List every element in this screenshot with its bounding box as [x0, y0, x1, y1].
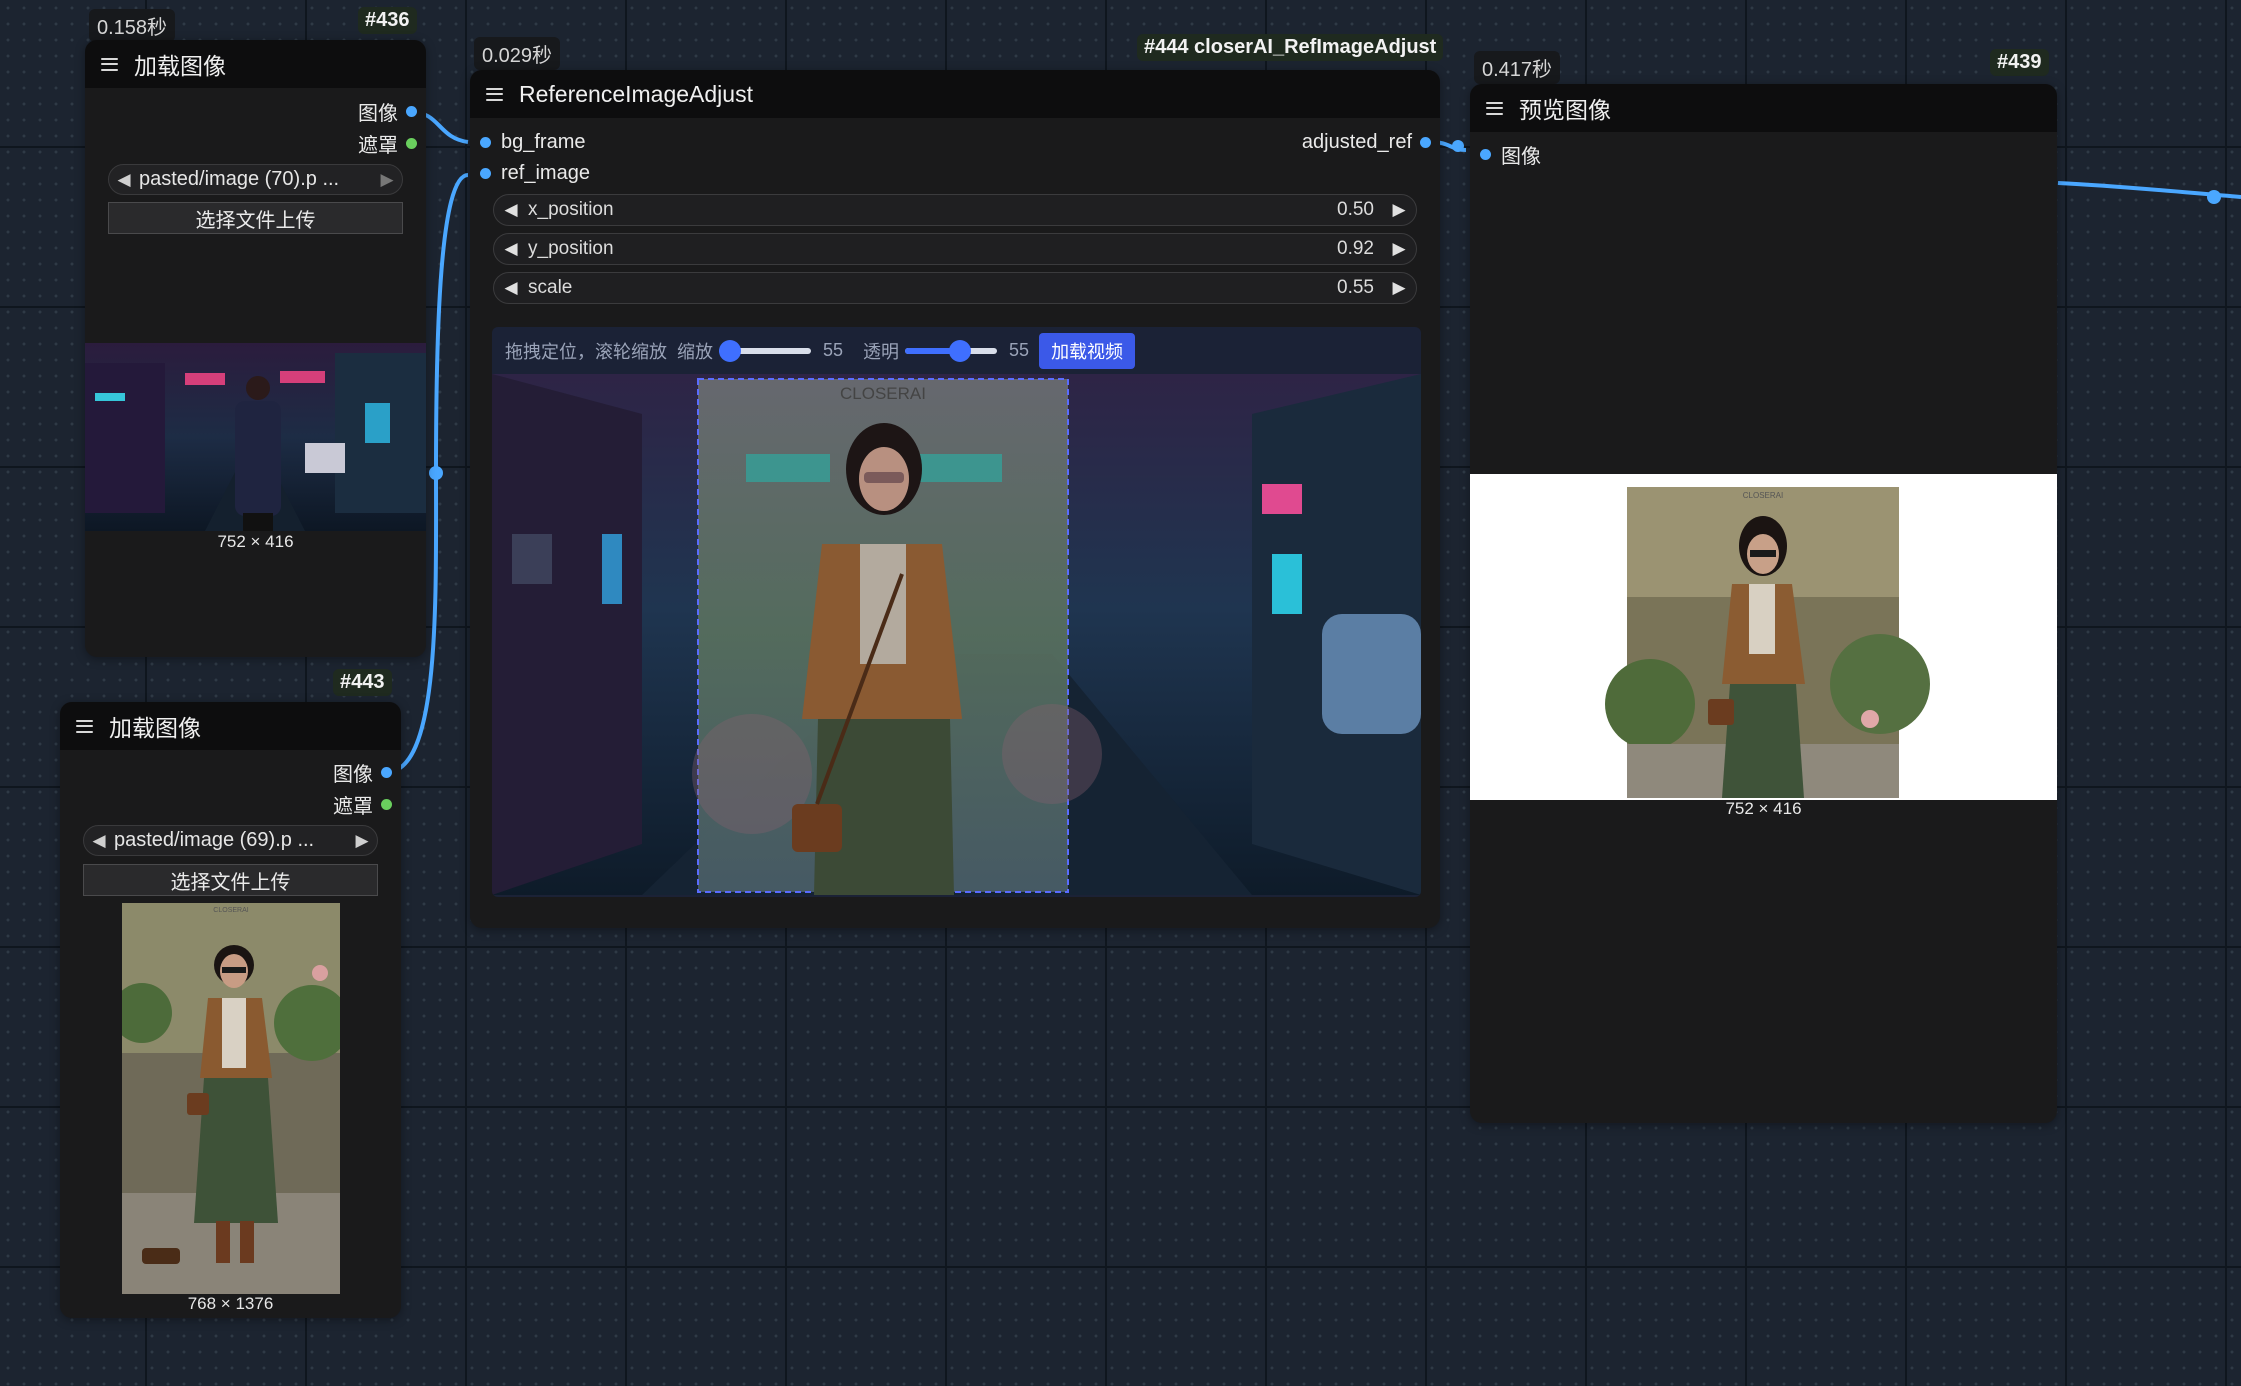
upload-file-button[interactable]: 选择文件上传	[83, 864, 378, 896]
menu-icon[interactable]	[486, 87, 503, 101]
slider-thumb[interactable]	[949, 339, 972, 362]
widget-value: 0.55	[1337, 277, 1374, 298]
output-image[interactable]: 图像	[358, 97, 426, 125]
image-file-combo[interactable]: ◀ pasted/image (70).p ... ▶	[108, 164, 403, 195]
load-image-node-436[interactable]: 加载图像 图像 遮罩 ◀ pasted/image (70).p ... ▶ 选…	[85, 40, 426, 657]
menu-icon[interactable]	[101, 57, 118, 71]
increment-arrow-icon[interactable]: ▶	[1382, 278, 1416, 298]
menu-icon[interactable]	[76, 719, 93, 733]
scale-widget[interactable]: ◀ scale 0.55 ▶	[493, 272, 1417, 304]
output-slot-dot[interactable]	[406, 137, 417, 149]
position-editor-panel[interactable]: 拖拽定位，滚轮缩放 缩放 55 透明 55 加载视频 CLOSERAI	[492, 327, 1421, 897]
chevron-right-icon[interactable]: ▶	[372, 170, 402, 190]
opacity-slider[interactable]	[905, 339, 998, 362]
watermark-text: CLOSERAI	[1743, 491, 1783, 500]
input-label: bg_frame	[501, 130, 586, 153]
increment-arrow-icon[interactable]: ▶	[1382, 200, 1416, 220]
node-header[interactable]: ReferenceImageAdjust	[470, 70, 1440, 118]
output-slot-dot[interactable]	[1420, 136, 1431, 148]
preview-image-woman-portrait: CLOSERAI	[122, 903, 340, 1294]
output-label: 图像	[333, 763, 373, 786]
y-position-widget[interactable]: ◀ y_position 0.92 ▶	[493, 233, 1417, 265]
node-id-badge: #443	[333, 669, 392, 696]
node-title: 预览图像	[1519, 97, 1611, 123]
decrement-arrow-icon[interactable]: ◀	[494, 200, 528, 220]
node-header[interactable]: 加载图像	[60, 702, 401, 750]
execution-time: 0.158秒	[89, 9, 176, 42]
preview-image-city-street	[85, 343, 426, 531]
upload-file-button[interactable]: 选择文件上传	[108, 202, 403, 234]
node-id-badge: #444 closerAI_RefImageAdjust	[1137, 34, 1444, 61]
output-label: adjusted_ref	[1301, 130, 1412, 153]
output-image[interactable]: 图像	[333, 758, 401, 786]
input-bg-frame[interactable]: bg_frame	[470, 128, 586, 156]
image-dimensions: 752 × 416	[217, 532, 294, 551]
load-image-node-443[interactable]: 加载图像 图像 遮罩 ◀ pasted/image (69).p ... ▶ 选…	[60, 702, 401, 1318]
input-slot-dot[interactable]	[480, 167, 491, 179]
input-image[interactable]: 图像	[1470, 140, 1541, 168]
image-dimensions: 768 × 1376	[187, 1294, 274, 1313]
output-slot-dot[interactable]	[381, 766, 392, 778]
widget-label: scale	[528, 277, 573, 298]
execution-time: 0.417秒	[1474, 51, 1561, 84]
opacity-label: 透明	[863, 341, 900, 362]
chevron-left-icon[interactable]: ◀	[109, 170, 139, 190]
scale-slider[interactable]	[719, 339, 811, 362]
scale-label: 缩放	[677, 341, 713, 362]
watermark-text: CLOSERAI	[840, 384, 926, 403]
execution-time: 0.029秒	[474, 37, 561, 70]
image-file-combo[interactable]: ◀ pasted/image (69).p ... ▶	[83, 825, 378, 856]
output-label: 遮罩	[358, 134, 398, 157]
node-title: ReferenceImageAdjust	[519, 80, 753, 107]
widget-value: 0.92	[1337, 238, 1374, 259]
input-ref-image[interactable]: ref_image	[470, 159, 590, 187]
output-label: 遮罩	[333, 795, 373, 818]
chevron-left-icon[interactable]: ◀	[84, 831, 114, 851]
output-label: 图像	[358, 102, 398, 125]
widget-value: 0.50	[1337, 199, 1374, 220]
x-position-widget[interactable]: ◀ x_position 0.50 ▶	[493, 194, 1417, 226]
increment-arrow-icon[interactable]: ▶	[1382, 239, 1416, 259]
output-slot-dot[interactable]	[381, 798, 392, 810]
scale-value: 55	[823, 340, 844, 360]
combo-value: pasted/image (69).p ...	[114, 829, 315, 851]
svg-text:CLOSERAI: CLOSERAI	[213, 907, 248, 914]
node-title: 加载图像	[134, 53, 226, 79]
node-id-badge: #439	[1990, 49, 2049, 76]
composite-preview-canvas[interactable]: CLOSERAI	[492, 374, 1421, 895]
node-id-badge: #436	[358, 7, 417, 34]
menu-icon[interactable]	[1486, 101, 1503, 115]
combo-value: pasted/image (70).p ...	[139, 168, 340, 190]
preview-image-node[interactable]: 预览图像 图像 CLOSERAI 752 × 416	[1470, 84, 2057, 1123]
decrement-arrow-icon[interactable]: ◀	[494, 278, 528, 298]
decrement-arrow-icon[interactable]: ◀	[494, 239, 528, 259]
input-label: 图像	[1501, 145, 1541, 168]
slider-thumb[interactable]	[719, 339, 741, 362]
opacity-value: 55	[1009, 340, 1030, 360]
load-video-button[interactable]: 加载视频	[1039, 332, 1136, 369]
node-title: 加载图像	[109, 715, 201, 741]
preview-output-image: CLOSERAI	[1470, 474, 2057, 800]
output-adjusted-ref[interactable]: adjusted_ref	[1302, 128, 1440, 156]
output-mask[interactable]: 遮罩	[333, 790, 401, 818]
input-slot-dot[interactable]	[1480, 148, 1491, 160]
output-mask[interactable]: 遮罩	[358, 129, 426, 157]
editor-hint: 拖拽定位，滚轮缩放	[505, 341, 667, 362]
output-slot-dot[interactable]	[406, 105, 417, 117]
image-dimensions: 752 × 416	[1725, 799, 1802, 818]
widget-label: x_position	[528, 199, 614, 220]
editor-toolbar: 拖拽定位，滚轮缩放 缩放 55 透明 55 加载视频	[492, 327, 1421, 374]
chevron-right-icon[interactable]: ▶	[347, 831, 377, 851]
widget-label: y_position	[528, 238, 614, 259]
input-label: ref_image	[501, 161, 590, 184]
node-header[interactable]: 预览图像	[1470, 84, 2057, 132]
input-slot-dot[interactable]	[480, 136, 491, 148]
node-header[interactable]: 加载图像	[85, 40, 426, 88]
